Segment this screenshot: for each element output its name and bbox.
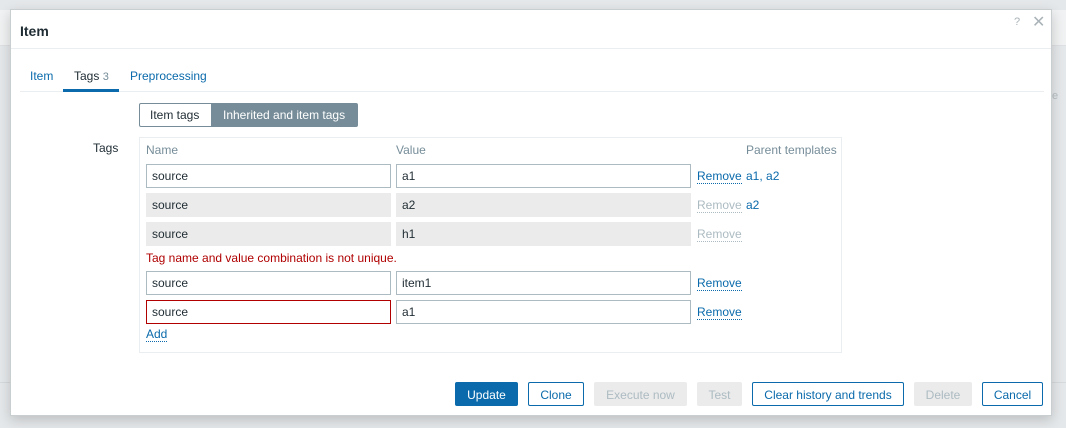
remove-tag-button-disabled: Remove	[697, 198, 742, 213]
close-icon[interactable]: ✕	[1032, 12, 1045, 32]
add-tag-link[interactable]: Add	[146, 328, 168, 342]
execute-now-button: Execute now	[594, 382, 687, 406]
tag-value-readonly: h1	[396, 222, 691, 246]
tab-tags-count: 3	[102, 71, 109, 83]
column-header-name: Name	[146, 143, 179, 157]
parent-template-link[interactable]: a2	[746, 198, 759, 212]
remove-tag-button[interactable]: Remove	[697, 306, 742, 320]
tags-field-label: Tags	[93, 141, 119, 155]
tag-name-input[interactable]: source	[146, 164, 391, 188]
remove-tag-button[interactable]: Remove	[697, 277, 742, 291]
tag-name-readonly: source	[146, 222, 391, 246]
clone-button[interactable]: Clone	[528, 382, 584, 406]
column-header-value: Value	[396, 143, 426, 157]
tab-tags-label: Tags	[74, 69, 100, 83]
tab-item[interactable]: Item	[30, 69, 53, 83]
tab-preprocessing[interactable]: Preprocessing	[130, 69, 207, 83]
help-icon[interactable]: ?	[1014, 16, 1020, 28]
tag-name-input[interactable]: source	[146, 271, 391, 295]
delete-button: Delete	[914, 382, 972, 406]
tag-mode-inherited-and-item-tags[interactable]: Inherited and item tags	[212, 103, 358, 127]
tag-name-input-error[interactable]: source	[146, 300, 391, 324]
remove-tag-button-disabled: Remove	[697, 227, 742, 242]
cancel-button[interactable]: Cancel	[982, 382, 1043, 406]
item-dialog: Item ? ✕ Item Tags 3 Preprocessing Item …	[10, 9, 1052, 416]
parent-templates: a1, a2	[746, 169, 779, 183]
tag-value-input[interactable]: item1	[396, 271, 691, 295]
background-page-text: e	[1052, 90, 1059, 102]
tag-value-readonly: a2	[396, 193, 691, 217]
tab-tags[interactable]: Tags 3	[74, 69, 109, 83]
active-tab-indicator	[63, 89, 119, 92]
tag-mode-item-tags[interactable]: Item tags	[139, 103, 212, 127]
dialog-title: Item	[20, 23, 49, 39]
test-button: Test	[697, 382, 742, 406]
parent-template-link[interactable]: a2	[766, 169, 779, 183]
parent-template-link[interactable]: a1	[746, 169, 759, 183]
tag-value-input[interactable]: a1	[396, 164, 691, 188]
tag-value-input[interactable]: a1	[396, 300, 691, 324]
update-button[interactable]: Update	[455, 382, 518, 406]
clear-history-button[interactable]: Clear history and trends	[752, 382, 904, 406]
tab-bar: Item Tags 3 Preprocessing	[20, 68, 1044, 92]
column-header-parent-templates: Parent templates	[746, 143, 837, 157]
title-divider	[11, 48, 1051, 49]
remove-tag-button[interactable]: Remove	[697, 170, 742, 184]
tag-name-readonly: source	[146, 193, 391, 217]
parent-templates: a2	[746, 198, 759, 212]
tag-error-message: Tag name and value combination is not un…	[146, 251, 397, 265]
